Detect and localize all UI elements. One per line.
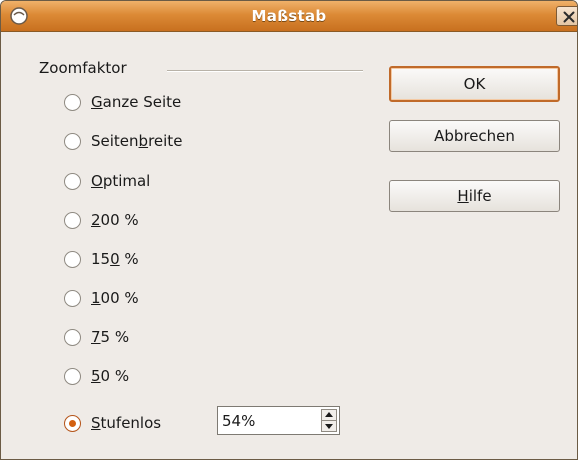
group-divider <box>167 70 363 72</box>
option-label: Seitenbreite <box>91 132 183 150</box>
help-label-rest: ilfe <box>468 187 492 205</box>
radio-button[interactable] <box>64 93 81 111</box>
radio-option-whole-page[interactable]: Ganze Seite <box>64 90 181 114</box>
radio-button[interactable] <box>64 132 81 150</box>
zoom-percent-value[interactable]: 54% <box>222 412 255 430</box>
spin-buttons <box>321 409 337 432</box>
radio-button[interactable] <box>64 172 81 190</box>
radio-option-optimal[interactable]: Optimal <box>64 169 150 193</box>
help-label-key: H <box>457 187 469 205</box>
option-label: 100 % <box>91 289 139 307</box>
option-label: Optimal <box>91 172 151 190</box>
option-label: 200 % <box>91 211 139 229</box>
radio-option-50[interactable]: 50 % <box>64 364 129 388</box>
radio-option-200[interactable]: 200 % <box>64 208 139 232</box>
title-bar[interactable]: Maßstab <box>1 1 577 32</box>
radio-button[interactable] <box>64 289 81 307</box>
radio-button[interactable] <box>64 367 81 385</box>
zoom-percent-spinbox[interactable]: 54% <box>217 406 340 435</box>
cancel-button[interactable]: Abbrechen <box>389 120 560 152</box>
close-icon <box>563 11 575 23</box>
dialog-content: Zoomfaktor Ganze Seite Seitenbreite Opti… <box>1 32 577 459</box>
window-title: Maßstab <box>251 7 327 25</box>
radio-option-variable[interactable]: Stufenlos <box>64 411 161 435</box>
help-button[interactable]: Hilfe <box>389 180 560 212</box>
radio-option-100[interactable]: 100 % <box>64 286 139 310</box>
radio-option-150[interactable]: 150 % <box>64 247 139 271</box>
zoom-group-title: Zoomfaktor <box>39 59 127 77</box>
option-label: 75 % <box>91 328 130 346</box>
radio-option-page-width[interactable]: Seitenbreite <box>64 129 182 153</box>
radio-button[interactable] <box>64 328 81 346</box>
spin-up-icon[interactable] <box>322 410 336 421</box>
radio-button-selected[interactable] <box>64 414 81 432</box>
radio-button[interactable] <box>64 211 81 229</box>
radio-button[interactable] <box>64 250 81 268</box>
radio-option-75[interactable]: 75 % <box>64 325 129 349</box>
spin-down-icon[interactable] <box>322 421 336 431</box>
option-label: Ganze Seite <box>91 93 182 111</box>
scale-dialog: Maßstab Zoomfaktor Ganze Seite Seitenbre… <box>0 0 578 460</box>
ok-button[interactable]: OK <box>389 66 560 102</box>
close-button[interactable] <box>556 6 577 26</box>
option-label: 50 % <box>91 367 130 385</box>
option-label: Stufenlos <box>91 414 162 432</box>
option-label: 150 % <box>91 250 139 268</box>
